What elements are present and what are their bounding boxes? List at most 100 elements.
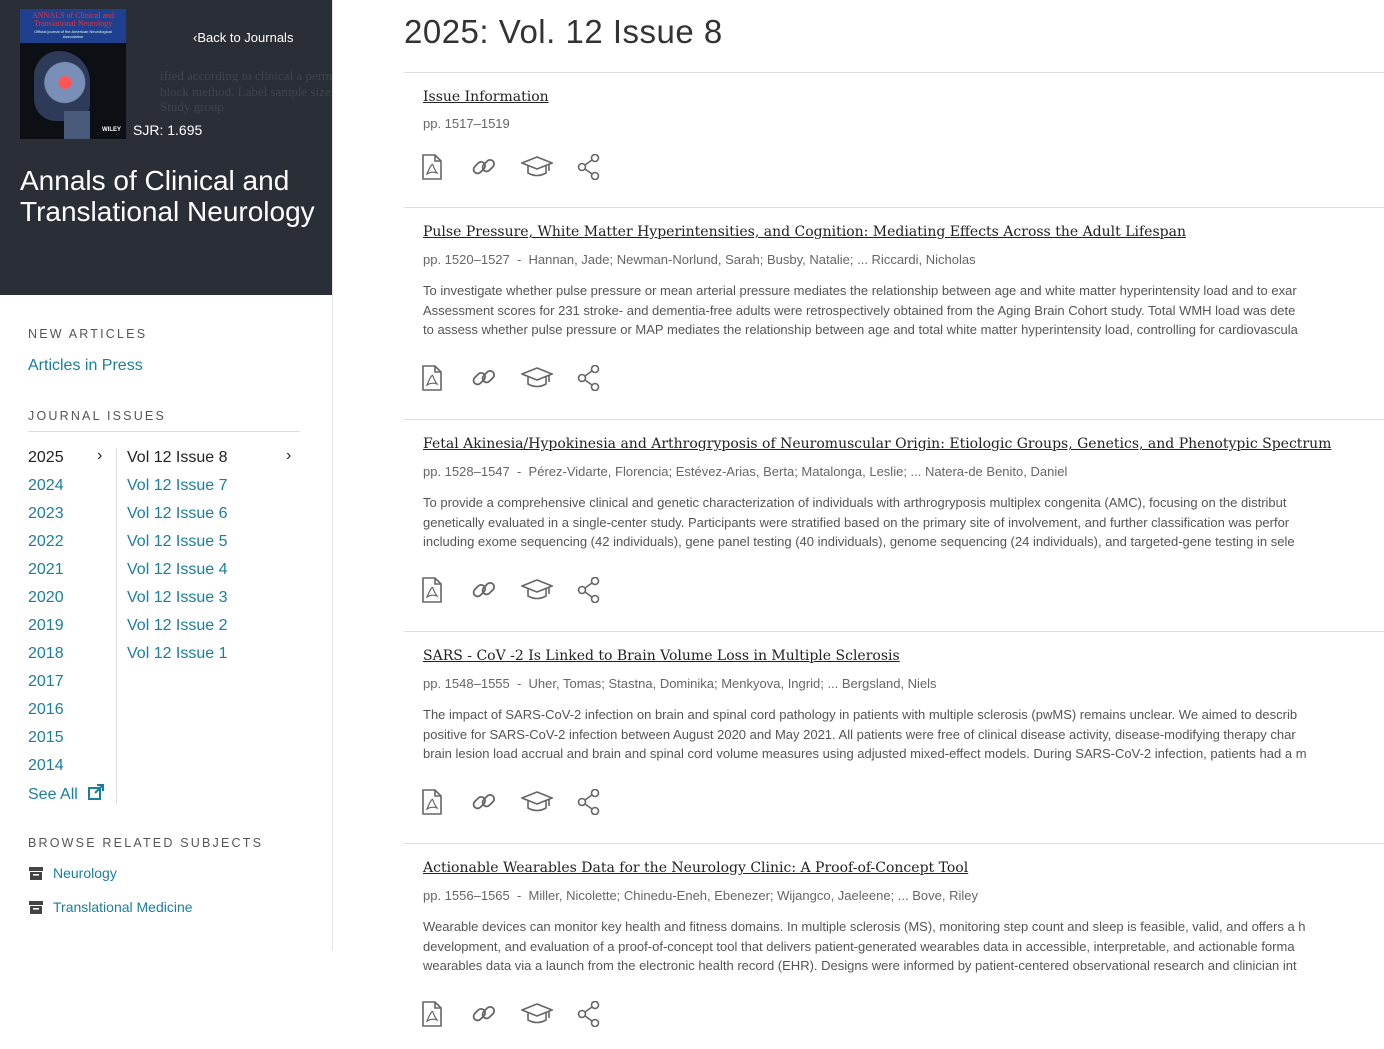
article-abstract: To investigate whether pulse pressure or… [423, 281, 1384, 340]
abstract-line: wearables data via a launch from the ele… [423, 958, 1297, 973]
see-all-link[interactable]: See All [28, 784, 116, 812]
article-item: Actionable Wearables Data for the Neurol… [404, 843, 1384, 1044]
article-item: Pulse Pressure, White Matter Hyperintens… [404, 207, 1384, 419]
year-item-2019[interactable]: 2019 [28, 616, 116, 644]
article-title-link[interactable]: Issue Information [423, 89, 549, 105]
article-pages: pp. 1548–1555 [423, 676, 510, 691]
abstract-line: positive for SARS-CoV-2 infection betwee… [423, 726, 1296, 742]
article-actions [421, 576, 603, 604]
share-icon[interactable] [577, 153, 603, 181]
volume-item-12-2[interactable]: Vol 12 Issue 2 [127, 616, 302, 644]
year-item-2016[interactable]: 2016 [28, 700, 116, 728]
article-title-link[interactable]: Actionable Wearables Data for the Neurol… [423, 860, 968, 876]
abstract-line: genetically evaluated in a single-center… [423, 514, 1290, 530]
article-title-link[interactable]: Pulse Pressure, White Matter Hyperintens… [423, 224, 1186, 240]
subject-link-neurology[interactable]: Neurology [28, 865, 117, 881]
share-icon[interactable] [577, 1000, 603, 1028]
article-pages: pp. 1528–1547 [423, 464, 510, 479]
hero-background-text: ified according to clinical a permuted-b… [160, 68, 332, 114]
article-authors: Pérez-Vidarte, Florencia; Estévez-Arias,… [528, 464, 1068, 479]
chevron-right-icon: › [286, 447, 292, 464]
link-icon[interactable] [471, 577, 497, 603]
graduation-cap-icon[interactable] [519, 365, 555, 391]
article-title-link[interactable]: SARS - CoV -2 Is Linked to Brain Volume … [423, 648, 900, 664]
volume-item-12-3[interactable]: Vol 12 Issue 3 [127, 588, 302, 616]
link-icon[interactable] [471, 154, 497, 180]
year-item-2023[interactable]: 2023 [28, 504, 116, 532]
link-icon[interactable] [471, 365, 497, 391]
abstract-line: including exome sequencing (42 individua… [423, 534, 1295, 549]
graduation-cap-icon[interactable] [519, 577, 555, 603]
year-item-2018[interactable]: 2018 [28, 644, 116, 672]
article-pages: pp. 1556–1565 [423, 888, 510, 903]
abstract-line: to assess whether pulse pressure or MAP … [423, 322, 1298, 337]
year-item-2025[interactable]: 2025 [28, 448, 116, 476]
cover-publisher: WILEY [102, 127, 121, 133]
year-item-2014[interactable]: 2014 [28, 756, 116, 784]
pdf-icon[interactable] [421, 789, 447, 815]
abstract-line: Assessment scores for 231 stroke- and de… [423, 302, 1296, 318]
article-meta: pp. 1556–1565 - Miller, Nicolette; Chine… [423, 888, 978, 903]
year-item-2020[interactable]: 2020 [28, 588, 116, 616]
article-abstract: Wearable devices can monitor key health … [423, 917, 1384, 976]
link-icon[interactable] [471, 1001, 497, 1027]
journal-hero: ified according to clinical a permuted-b… [0, 0, 332, 295]
volume-item-12-1[interactable]: Vol 12 Issue 1 [127, 644, 302, 672]
chevron-right-icon: › [97, 447, 103, 464]
article-authors: Hannan, Jade; Newman-Norlund, Sarah; Bus… [528, 252, 976, 267]
link-icon[interactable] [471, 789, 497, 815]
year-list: 2025 2024 2023 2022 2021 2020 2019 2018 … [28, 448, 116, 812]
pdf-icon[interactable] [421, 365, 447, 391]
article-title-link[interactable]: Fetal Akinesia/Hypokinesia and Arthrogry… [423, 436, 1331, 452]
pdf-icon[interactable] [421, 1001, 447, 1027]
abstract-line: development, and evaluation of a proof-o… [423, 938, 1295, 954]
abstract-line: To investigate whether pulse pressure or… [423, 283, 1297, 298]
graduation-cap-icon[interactable] [519, 154, 555, 180]
article-abstract: To provide a comprehensive clinical and … [423, 493, 1384, 552]
article-meta: pp. 1548–1555 - Uher, Tomas; Stastna, Do… [423, 676, 937, 691]
year-item-2024[interactable]: 2024 [28, 476, 116, 504]
share-icon[interactable] [577, 364, 603, 392]
abstract-line: The impact of SARS-CoV-2 infection on br… [423, 707, 1298, 722]
article-item: Fetal Akinesia/Hypokinesia and Arthrogry… [404, 419, 1384, 631]
articles-in-press-link[interactable]: Articles in Press [28, 357, 143, 375]
share-icon[interactable] [577, 788, 603, 816]
pdf-icon[interactable] [421, 577, 447, 603]
page-title: 2025: Vol. 12 Issue 8 [404, 13, 723, 50]
volume-item-12-7[interactable]: Vol 12 Issue 7 [127, 476, 302, 504]
see-all-label: See All [28, 786, 78, 803]
journal-title: Annals of Clinical and Translational Neu… [20, 165, 315, 227]
article-meta: pp. 1528–1547 - Pérez-Vidarte, Florencia… [423, 464, 1068, 479]
volume-item-12-5[interactable]: Vol 12 Issue 5 [127, 532, 302, 560]
article-item: SARS - CoV -2 Is Linked to Brain Volume … [404, 631, 1384, 843]
article-meta: pp. 1520–1527 - Hannan, Jade; Newman-Nor… [423, 252, 976, 267]
back-to-journals-link[interactable]: ‹Back to Journals [193, 30, 293, 45]
back-label: Back to Journals [197, 30, 294, 45]
divider [28, 431, 300, 432]
sjr-score: SJR: 1.695 [133, 122, 203, 138]
volume-item-12-4[interactable]: Vol 12 Issue 4 [127, 560, 302, 588]
subject-label: Translational Medicine [53, 899, 193, 915]
abstract-line: brain lesion load accrual and brain and … [423, 746, 1307, 761]
subject-link-translational-medicine[interactable]: Translational Medicine [28, 899, 193, 915]
volume-item-12-6[interactable]: Vol 12 Issue 6 [127, 504, 302, 532]
sidebar: ified according to clinical a permuted-b… [0, 0, 333, 950]
year-item-2021[interactable]: 2021 [28, 560, 116, 588]
volume-item-12-8[interactable]: Vol 12 Issue 8 [127, 448, 302, 476]
article-pages: pp. 1517–1519 [423, 116, 510, 131]
new-articles-heading: NEW ARTICLES [28, 327, 148, 341]
divider [116, 448, 117, 804]
article-item: Issue Information pp. 1517–1519 [404, 72, 1384, 207]
browse-subjects-heading: BROWSE RELATED SUBJECTS [28, 836, 264, 850]
share-icon[interactable] [577, 576, 603, 604]
graduation-cap-icon[interactable] [519, 1001, 555, 1027]
graduation-cap-icon[interactable] [519, 789, 555, 815]
year-item-2015[interactable]: 2015 [28, 728, 116, 756]
journal-cover-image: ANNALS of Clinical and Translational Neu… [20, 9, 126, 139]
pdf-icon[interactable] [421, 154, 447, 180]
article-abstract: The impact of SARS-CoV-2 infection on br… [423, 705, 1384, 764]
article-actions [421, 1000, 603, 1028]
year-item-2022[interactable]: 2022 [28, 532, 116, 560]
year-item-2017[interactable]: 2017 [28, 672, 116, 700]
article-pages: pp. 1520–1527 [423, 252, 510, 267]
